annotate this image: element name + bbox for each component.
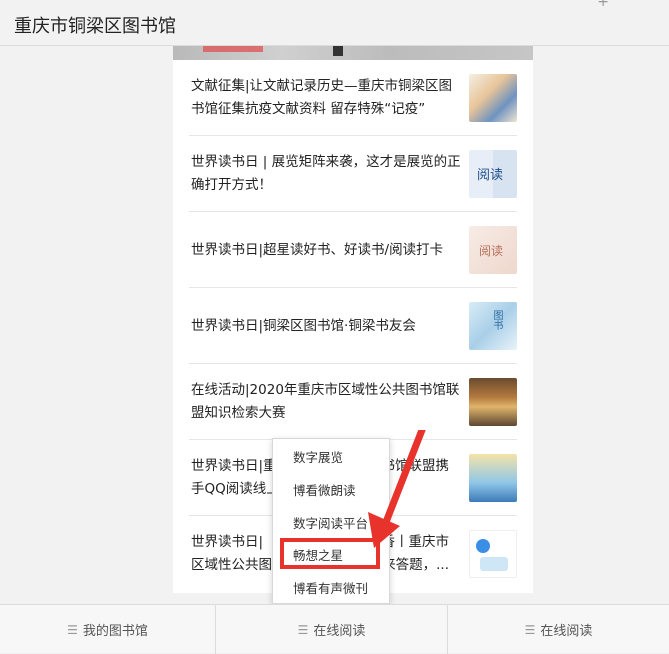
bottom-navigation: ☰ 我的图书馆 ☰ 在线阅读 ☰ 在线阅读 bbox=[0, 604, 669, 654]
article-title: 世界读书日|铜梁区图书馆·铜梁书友会 bbox=[191, 317, 416, 334]
menu-item-bookan-audio-magazine[interactable]: 博看有声微刊 bbox=[273, 572, 389, 605]
app-header: 重庆市铜梁区图书馆 + bbox=[0, 0, 669, 46]
tab-online-reading-2[interactable]: ☰ 在线阅读 bbox=[448, 605, 669, 654]
article-item[interactable]: 在线活动|2020年重庆市区域性公共图书馆联盟知识检索大赛 bbox=[189, 364, 517, 440]
page-title: 重庆市铜梁区图书馆 bbox=[14, 16, 176, 37]
article-item[interactable]: 世界读书日|铜梁区图书馆·铜梁书友会 图书 bbox=[189, 288, 517, 364]
article-title: 在线活动|2020年重庆市区域性公共图书馆联盟知识检索大赛 bbox=[191, 382, 460, 421]
article-item[interactable]: 世界读书日|超星读好书、好读书/阅读打卡 阅读 bbox=[189, 212, 517, 288]
article-title-fragment: 区域性公共图 bbox=[191, 557, 272, 573]
article-title: 世界读书日 | 展览矩阵来袭，这才是展览的正确打开方式！ bbox=[191, 154, 461, 193]
logo-thumbnail-icon bbox=[469, 530, 517, 578]
article-title-fragment: 来答题，... bbox=[382, 557, 449, 573]
menu-icon: ☰ bbox=[297, 622, 309, 637]
thumbnail-text: 阅读 bbox=[477, 168, 504, 183]
banner-decoration bbox=[203, 46, 263, 52]
logo-badge bbox=[480, 557, 508, 571]
article-title-fragment: 世界读书日| bbox=[191, 534, 264, 550]
article-item[interactable]: 世界读书日 | 展览矩阵来袭，这才是展览的正确打开方式！ 阅读 bbox=[189, 136, 517, 212]
tab-label: 在线阅读 bbox=[540, 624, 593, 639]
article-title: 文献征集|让文献记录历史—重庆市铜梁区图书馆征集抗疫文献资料 留存特殊“记疫” bbox=[191, 78, 453, 117]
menu-icon: ☰ bbox=[524, 622, 536, 637]
tab-my-library[interactable]: ☰ 我的图书馆 bbox=[0, 605, 216, 654]
illustration-thumbnail-icon bbox=[469, 454, 517, 502]
article-title-fragment: 世界读书日|重 bbox=[191, 458, 277, 474]
tab-label: 我的图书馆 bbox=[82, 624, 148, 639]
annotation-arrow-icon bbox=[368, 430, 426, 548]
plus-icon[interactable]: + bbox=[597, 0, 609, 10]
thumbnail-text: 阅读 bbox=[479, 244, 504, 258]
reading-thumbnail-icon: 阅读 bbox=[469, 226, 517, 274]
tab-online-reading[interactable]: ☰ 在线阅读 bbox=[216, 605, 448, 654]
banner-image[interactable] bbox=[173, 46, 533, 60]
poster-thumbnail-icon bbox=[469, 74, 517, 122]
thumbnail-text: 图书 bbox=[491, 310, 502, 330]
article-item[interactable]: 文献征集|让文献记录历史—重庆市铜梁区图书馆征集抗疫文献资料 留存特殊“记疫” bbox=[189, 60, 517, 136]
tab-label: 在线阅读 bbox=[313, 624, 366, 639]
building-thumbnail-icon bbox=[469, 378, 517, 426]
banner-decoration bbox=[333, 46, 343, 56]
article-title: 世界读书日|超星读好书、好读书/阅读打卡 bbox=[191, 241, 444, 258]
menu-icon: ☰ bbox=[67, 622, 78, 637]
book-club-thumbnail-icon: 图书 bbox=[469, 302, 517, 350]
article-title-fragment: 手QQ阅读线上 bbox=[191, 481, 280, 497]
book-cover-thumbnail-icon: 阅读 bbox=[469, 150, 517, 198]
logo-mark bbox=[476, 539, 490, 553]
